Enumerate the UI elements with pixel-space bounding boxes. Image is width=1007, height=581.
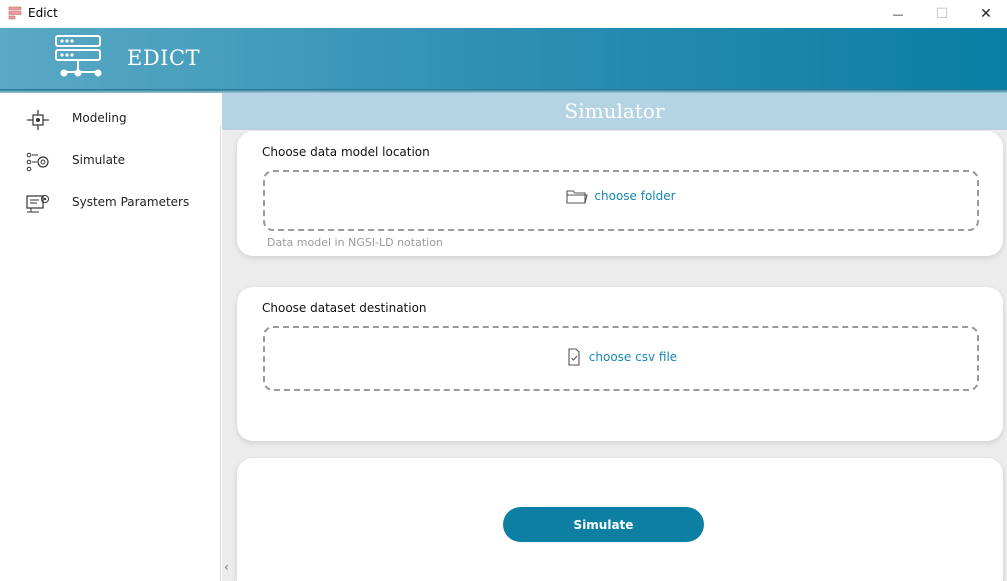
sidebar-item-simulate[interactable]: Simulate bbox=[0, 141, 220, 181]
close-button[interactable]: ✕ bbox=[963, 0, 1007, 28]
minimize-icon: — bbox=[892, 7, 904, 21]
dataset-dropzone[interactable]: choose csv file bbox=[263, 326, 979, 391]
choose-csv-file-link[interactable]: choose csv file bbox=[589, 350, 677, 364]
app-name: EDICT bbox=[127, 46, 201, 70]
window-titlebar: Edict — ☐ ✕ bbox=[0, 0, 1007, 28]
maximize-icon: ☐ bbox=[935, 6, 949, 22]
data-model-card: Choose data model location choose folder… bbox=[237, 131, 1003, 256]
minimize-button[interactable]: — bbox=[875, 0, 921, 28]
sidebar-divider bbox=[220, 125, 221, 581]
page-banner: Simulator bbox=[222, 93, 1007, 130]
dataset-title: Choose dataset destination bbox=[262, 301, 427, 315]
sidebar-item-system-parameters[interactable]: System Parameters bbox=[0, 183, 220, 223]
simulate-button[interactable]: Simulate bbox=[503, 507, 704, 542]
system-parameters-icon bbox=[26, 195, 49, 213]
maximize-button[interactable]: ☐ bbox=[919, 0, 965, 28]
app-icon bbox=[8, 6, 22, 20]
folder-icon bbox=[566, 190, 589, 204]
sidebar-item-modeling[interactable]: Modeling bbox=[0, 99, 220, 139]
simulate-icon bbox=[26, 152, 49, 172]
window-title: Edict bbox=[28, 6, 58, 20]
file-icon bbox=[568, 348, 580, 366]
choose-folder-link[interactable]: choose folder bbox=[594, 189, 675, 203]
modeling-icon bbox=[27, 110, 49, 130]
sidebar-item-label: Modeling bbox=[72, 111, 127, 125]
dataset-card: Choose dataset destination choose csv fi… bbox=[237, 287, 1003, 441]
sidebar: Modeling Simulate System Parameters bbox=[0, 93, 220, 581]
data-model-helper-text: Data model in NGSI-LD notation bbox=[267, 236, 443, 249]
server-network-icon bbox=[55, 35, 102, 77]
close-icon: ✕ bbox=[980, 6, 992, 22]
data-model-dropzone[interactable]: choose folder bbox=[263, 170, 979, 231]
scroll-left-icon[interactable]: ‹ bbox=[224, 560, 229, 574]
data-model-title: Choose data model location bbox=[262, 145, 430, 159]
sidebar-item-label: System Parameters bbox=[72, 195, 190, 209]
sidebar-item-label: Simulate bbox=[72, 153, 126, 167]
page-title: Simulator bbox=[564, 99, 665, 123]
